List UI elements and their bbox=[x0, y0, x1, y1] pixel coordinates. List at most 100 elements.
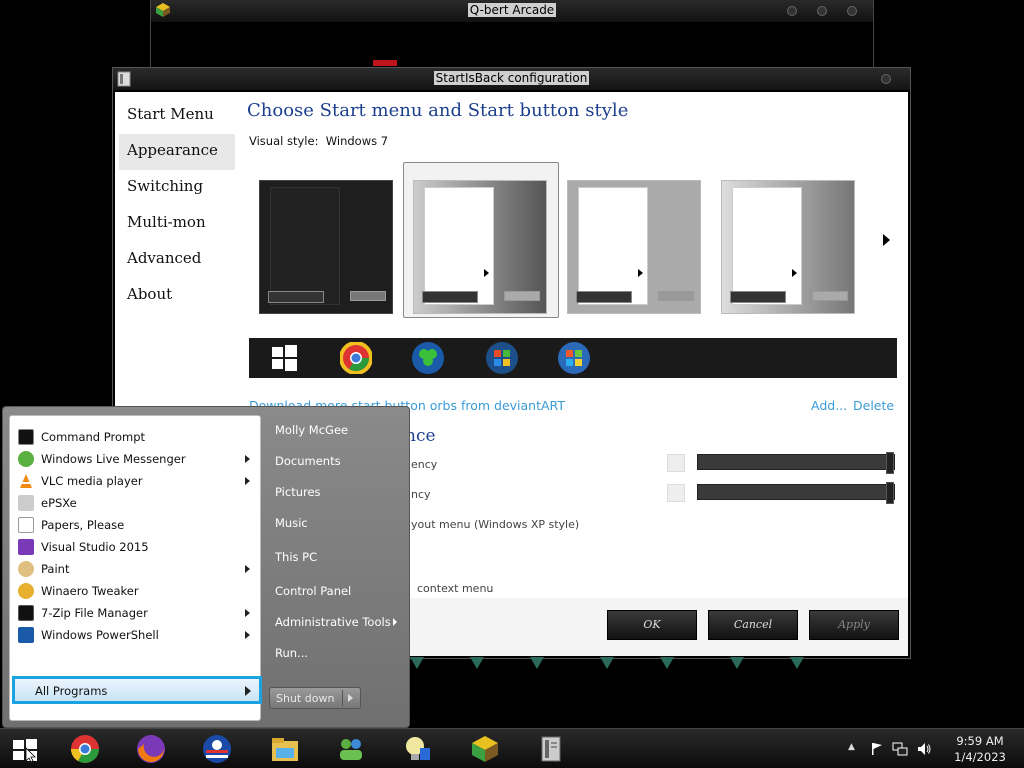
close-button[interactable] bbox=[847, 6, 857, 16]
shutdown-label: Shut down bbox=[276, 692, 335, 705]
documents-link[interactable]: Documents bbox=[275, 454, 341, 468]
program-label: 7-Zip File Manager bbox=[41, 606, 148, 620]
program-label: Windows Live Messenger bbox=[41, 452, 186, 466]
volume-icon[interactable] bbox=[916, 741, 932, 757]
nav-advanced[interactable]: Advanced bbox=[119, 242, 235, 278]
sib-nav: Start Menu Appearance Switching Multi-mo… bbox=[119, 98, 235, 314]
network-icon[interactable] bbox=[892, 741, 908, 757]
start-button-icon[interactable] bbox=[12, 738, 38, 762]
program-vlc[interactable]: VLC media player bbox=[14, 470, 258, 492]
user-name-link[interactable]: Molly McGee bbox=[275, 423, 348, 437]
chrome-orb-icon[interactable] bbox=[339, 341, 373, 375]
delete-orb-link[interactable]: Delete bbox=[853, 398, 894, 413]
clock[interactable]: 9:59 AM 1/4/2023 bbox=[948, 733, 1012, 765]
taskbar-app-round[interactable] bbox=[188, 732, 246, 766]
powershell-icon bbox=[18, 627, 34, 643]
program-label: Visual Studio 2015 bbox=[41, 540, 149, 554]
program-epsxe[interactable]: ePSXe bbox=[14, 492, 258, 514]
visual-style-value: Windows 7 bbox=[325, 134, 389, 148]
control-panel-link[interactable]: Control Panel bbox=[275, 584, 351, 598]
nav-appearance[interactable]: Appearance bbox=[119, 134, 235, 170]
next-styles-arrow-icon[interactable] bbox=[883, 234, 890, 246]
submenu-arrow-icon bbox=[245, 565, 250, 573]
music-link[interactable]: Music bbox=[275, 516, 308, 530]
program-powershell[interactable]: Windows PowerShell bbox=[14, 624, 258, 646]
this-pc-link[interactable]: This PC bbox=[275, 550, 317, 564]
style-thumb-light[interactable] bbox=[721, 180, 855, 314]
admin-tools-arrow-icon bbox=[393, 618, 397, 626]
taskbar-startisback[interactable] bbox=[522, 732, 580, 766]
ok-button[interactable]: OK bbox=[607, 610, 697, 640]
program-visual-studio[interactable]: Visual Studio 2015 bbox=[14, 536, 258, 558]
program-label: VLC media player bbox=[41, 474, 143, 488]
tray-overflow-icon[interactable]: ▲ bbox=[848, 742, 855, 752]
qbert-titlebar[interactable]: Q-bert Arcade bbox=[151, 0, 873, 22]
start-orb-strip bbox=[249, 338, 897, 378]
program-label: Papers, Please bbox=[41, 518, 125, 532]
sib-titlebar[interactable]: StartIsBack configuration bbox=[113, 68, 910, 90]
sib-close-button[interactable] bbox=[881, 74, 891, 84]
style-thumb-gray[interactable] bbox=[567, 180, 701, 314]
shutdown-options-arrow-icon[interactable] bbox=[348, 694, 353, 702]
program-label: Command Prompt bbox=[41, 430, 146, 444]
taskbar-messenger[interactable] bbox=[322, 732, 380, 766]
submenu-arrow-icon bbox=[245, 609, 250, 617]
visual-studio-icon bbox=[18, 539, 34, 555]
transparency-checkbox-1[interactable] bbox=[667, 454, 685, 472]
add-orb-link[interactable]: Add... bbox=[811, 398, 847, 413]
program-windows-live-messenger[interactable]: Windows Live Messenger bbox=[14, 448, 258, 470]
nav-multi-mon[interactable]: Multi-mon bbox=[119, 206, 235, 242]
clover-orb-icon[interactable] bbox=[411, 341, 445, 375]
program-label: ePSXe bbox=[41, 496, 77, 510]
transparency-slider-1[interactable] bbox=[697, 452, 895, 474]
gamepad-icon bbox=[18, 495, 34, 511]
windows-vista-orb-icon[interactable] bbox=[485, 341, 519, 375]
nav-about[interactable]: About bbox=[119, 278, 235, 314]
windows10-orb-icon[interactable] bbox=[267, 341, 301, 375]
sib-title: StartIsBack configuration bbox=[433, 71, 590, 85]
program-label: Windows PowerShell bbox=[41, 628, 159, 642]
apply-button[interactable]: Apply bbox=[809, 610, 899, 640]
all-programs-button[interactable]: All Programs bbox=[12, 676, 262, 704]
taskbar-chrome[interactable] bbox=[56, 732, 114, 766]
tweaker-icon bbox=[18, 583, 34, 599]
transparency-checkbox-2[interactable] bbox=[667, 484, 685, 502]
style-thumb-windows7[interactable] bbox=[413, 180, 547, 314]
taskbar-lightbulb-app[interactable] bbox=[388, 732, 446, 766]
shutdown-button[interactable]: Shut down bbox=[269, 687, 361, 709]
action-center-flag-icon[interactable] bbox=[870, 742, 884, 756]
program-command-prompt[interactable]: Command Prompt bbox=[14, 426, 258, 448]
qbert-window: Q-bert Arcade bbox=[150, 0, 874, 68]
administrative-tools-link[interactable]: Administrative Tools bbox=[275, 615, 391, 629]
taskbar-firefox[interactable] bbox=[122, 732, 180, 766]
vlc-icon bbox=[20, 474, 32, 488]
cancel-button[interactable]: Cancel bbox=[708, 610, 798, 640]
transparency-slider-2[interactable] bbox=[697, 482, 895, 504]
paint-icon bbox=[18, 561, 34, 577]
submenu-arrow-icon bbox=[245, 455, 250, 463]
run-link[interactable]: Run... bbox=[275, 646, 308, 660]
windows7-orb-icon[interactable] bbox=[557, 341, 591, 375]
submenu-arrow-icon bbox=[245, 477, 250, 485]
nav-switching[interactable]: Switching bbox=[119, 170, 235, 206]
minimize-button[interactable] bbox=[787, 6, 797, 16]
page-title: Choose Start menu and Start button style bbox=[247, 100, 629, 121]
program-paint[interactable]: Paint bbox=[14, 558, 258, 580]
game-sprite bbox=[373, 60, 397, 66]
program-papers-please[interactable]: Papers, Please bbox=[14, 514, 258, 536]
program-winaero-tweaker[interactable]: Winaero Tweaker bbox=[14, 580, 258, 602]
pictures-link[interactable]: Pictures bbox=[275, 485, 321, 499]
taskbar-qbert[interactable] bbox=[456, 732, 514, 766]
start-menu: Command Prompt Windows Live Messenger VL… bbox=[2, 406, 410, 728]
nav-start-menu[interactable]: Start Menu bbox=[119, 98, 235, 134]
style-thumb-dark[interactable] bbox=[259, 180, 393, 314]
program-7zip[interactable]: 7-Zip File Manager bbox=[14, 602, 258, 624]
submenu-arrow-icon bbox=[245, 631, 250, 639]
taskbar-file-explorer[interactable] bbox=[256, 732, 314, 766]
program-label: Paint bbox=[41, 562, 70, 576]
lightbulb-icon bbox=[406, 737, 430, 760]
folder-icon bbox=[272, 738, 298, 761]
visual-style-text: Visual style: Windows 7 bbox=[249, 134, 388, 148]
maximize-button[interactable] bbox=[817, 6, 827, 16]
messenger-icon bbox=[18, 451, 34, 467]
